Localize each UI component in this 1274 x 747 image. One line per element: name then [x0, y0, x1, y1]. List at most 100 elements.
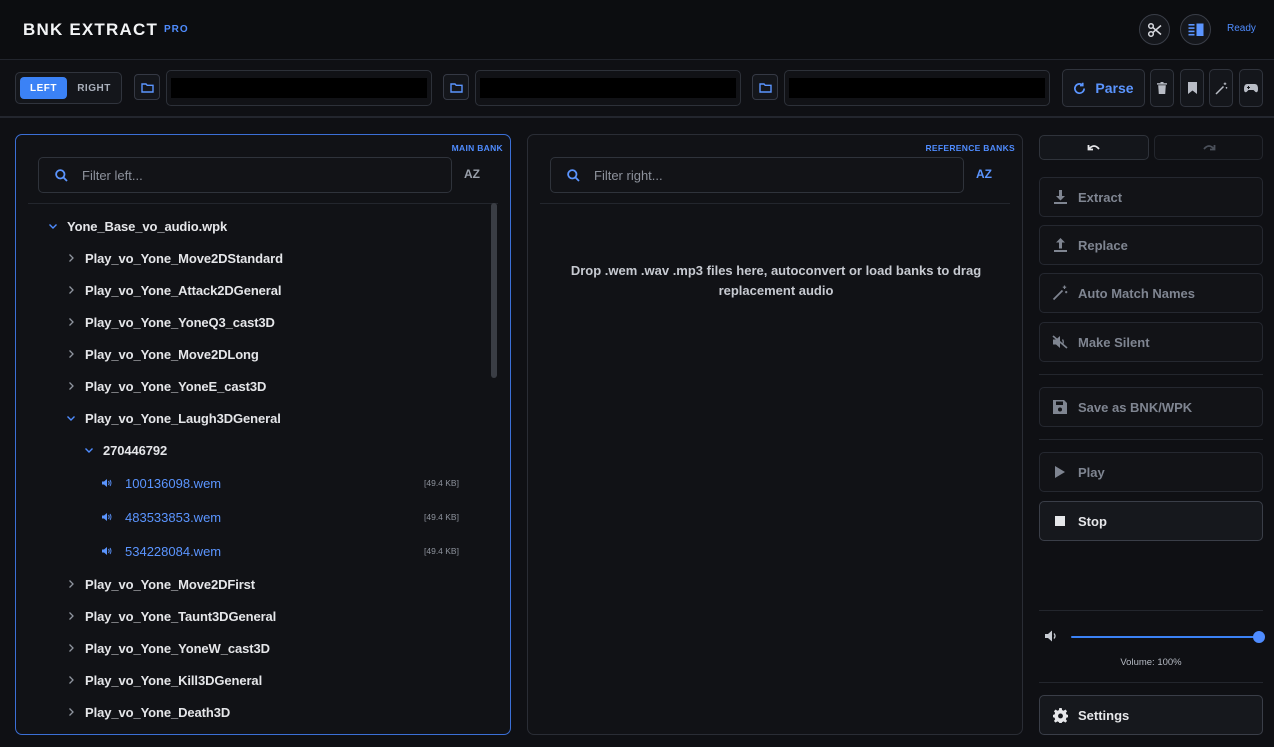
volume-icon [1045, 630, 1058, 642]
tree-file-label: 483533853.wem [125, 509, 222, 525]
open-folder-button-1[interactable] [134, 74, 160, 100]
extract-button[interactable]: Extract [1039, 177, 1263, 217]
parse-button[interactable]: Parse [1062, 69, 1145, 107]
chevron-right-icon[interactable] [66, 708, 76, 716]
speaker-icon [102, 513, 112, 521]
filter-right-input[interactable] [594, 167, 963, 183]
tree-node-row[interactable]: Play_vo_Yone_Attack2DGeneral [16, 277, 494, 303]
chevron-right-icon[interactable] [66, 318, 76, 326]
replace-label: Replace [1078, 237, 1128, 253]
settings-label: Settings [1078, 707, 1130, 723]
volume-slider-thumb[interactable] [1253, 631, 1265, 643]
path-input-2[interactable] [480, 78, 736, 98]
tree-file-row[interactable]: 534228084.wem [49.4 KB] [16, 538, 494, 564]
tree-file-row[interactable]: 100136098.wem [49.4 KB] [16, 470, 494, 496]
stop-label: Stop [1078, 513, 1107, 529]
volume-label: Volume: 100% [1120, 657, 1182, 668]
reference-banks-panel: REFERENCE BANKS AZ Drop .wem .wav .mp3 f… [527, 134, 1023, 735]
tree-node-row[interactable]: Play_vo_Yone_YoneW_cast3D [16, 635, 494, 661]
drop-zone-message[interactable]: Drop .wem .wav .mp3 files here, autoconv… [528, 261, 1024, 301]
bookmark-button[interactable] [1180, 69, 1204, 107]
magic-button[interactable] [1209, 69, 1233, 107]
chevron-right-icon[interactable] [66, 676, 76, 684]
chevron-right-icon[interactable] [66, 254, 76, 262]
tree-node-label: Play_vo_Yone_YoneE_cast3D [85, 378, 267, 394]
game-button[interactable] [1239, 69, 1263, 107]
upload-icon [1052, 238, 1068, 252]
sort-left-button[interactable]: AZ [464, 167, 480, 181]
stop-icon [1052, 516, 1068, 526]
app-badge: PRO [164, 24, 189, 35]
chevron-right-icon[interactable] [66, 580, 76, 588]
tree-file-label: 100136098.wem [125, 475, 222, 491]
tree-node-row[interactable]: Yone_Base_vo_audio.wpk [16, 213, 494, 239]
clear-button[interactable] [1150, 69, 1174, 107]
side-left-button[interactable]: LEFT [20, 77, 67, 99]
redo-icon [1202, 144, 1215, 150]
speaker-icon [102, 479, 112, 487]
tree-node-row[interactable]: Play_vo_Yone_Kill3DGeneral [16, 667, 494, 693]
parse-label: Parse [1095, 80, 1134, 96]
tree-node-label: Play_vo_Yone_Taunt3DGeneral [85, 608, 277, 624]
replace-button[interactable]: Replace [1039, 225, 1263, 265]
search-icon [567, 168, 580, 182]
tree-scrollbar[interactable] [491, 203, 497, 378]
tree-node-row[interactable]: Play_vo_Yone_YoneE_cast3D [16, 373, 494, 399]
make-silent-button[interactable]: Make Silent [1039, 322, 1263, 362]
gear-icon [1052, 707, 1068, 723]
open-folder-button-2[interactable] [443, 74, 469, 100]
undo-button[interactable] [1039, 135, 1149, 160]
chevron-right-icon[interactable] [66, 350, 76, 358]
chevron-down-icon[interactable] [84, 447, 94, 453]
filter-left-input[interactable] [82, 167, 451, 183]
tree-node-row[interactable]: Play_vo_Yone_Death3D [16, 699, 494, 725]
main-bank-panel: MAIN BANK AZ Yone_Base_vo_audio.wpk Play_… [15, 134, 511, 735]
chevron-right-icon[interactable] [66, 382, 76, 390]
tree-node-row[interactable]: Play_vo_Yone_Taunt3DGeneral [16, 603, 494, 629]
make-silent-label: Make Silent [1078, 334, 1150, 350]
path-input-1[interactable] [171, 78, 427, 98]
tree-file-label: 534228084.wem [125, 543, 222, 559]
sort-right-button[interactable]: AZ [976, 167, 992, 181]
scissors-icon [1147, 22, 1161, 37]
settings-button[interactable]: Settings [1039, 695, 1263, 735]
chevron-right-icon[interactable] [66, 644, 76, 652]
tree-node-row[interactable]: Play_vo_Yone_Move2DStandard [16, 245, 494, 271]
folder-icon [449, 82, 463, 93]
side-right-button[interactable]: RIGHT [70, 77, 118, 99]
save-button[interactable]: Save as BNK/WPK [1039, 387, 1263, 427]
tree-node-row[interactable]: Play_vo_Yone_YoneQ3_cast3D [16, 309, 494, 335]
tree-node-label: Yone_Base_vo_audio.wpk [67, 218, 228, 234]
path-field-1 [166, 70, 432, 106]
tree-node-row[interactable]: Play_vo_Yone_Move2DFirst [16, 571, 494, 597]
settings-divider [1039, 682, 1263, 683]
tree-node-label: 270446792 [103, 442, 168, 458]
stop-button[interactable]: Stop [1039, 501, 1263, 541]
volume-slider-track[interactable] [1071, 636, 1259, 638]
filter-right-box [550, 157, 964, 193]
tree-file-row[interactable]: 483533853.wem [49.4 KB] [16, 504, 494, 530]
folder-icon [758, 82, 772, 93]
chevron-down-icon[interactable] [48, 223, 58, 229]
tree-node-row[interactable]: 270446792 [16, 437, 494, 463]
chevron-right-icon[interactable] [66, 612, 76, 620]
path-field-3 [784, 70, 1050, 106]
open-folder-button-3[interactable] [752, 74, 778, 100]
scissors-button[interactable] [1139, 14, 1170, 45]
tree-node-row[interactable]: Play_vo_Yone_Laugh3DGeneral [16, 405, 494, 431]
trash-icon [1157, 82, 1167, 94]
tree-node-label: Play_vo_Yone_Move2DFirst [85, 576, 256, 592]
tree-node-row[interactable]: Play_vo_Yone_Move2DLong [16, 341, 494, 367]
chevron-right-icon[interactable] [66, 286, 76, 294]
layout-toggle-button[interactable] [1180, 14, 1211, 45]
tree-node-label: Play_vo_Yone_Kill3DGeneral [85, 672, 263, 688]
tree-node-label: Play_vo_Yone_Attack2DGeneral [85, 282, 282, 298]
path-input-3[interactable] [789, 78, 1045, 98]
auto-match-button[interactable]: Auto Match Names [1039, 273, 1263, 313]
app-title: BNK EXTRACT [23, 20, 159, 39]
chevron-down-icon[interactable] [66, 415, 76, 421]
folder-icon [140, 82, 154, 93]
tree-node-label: Play_vo_Yone_YoneQ3_cast3D [85, 314, 275, 330]
redo-button[interactable] [1154, 135, 1263, 160]
play-button[interactable]: Play [1039, 452, 1263, 492]
